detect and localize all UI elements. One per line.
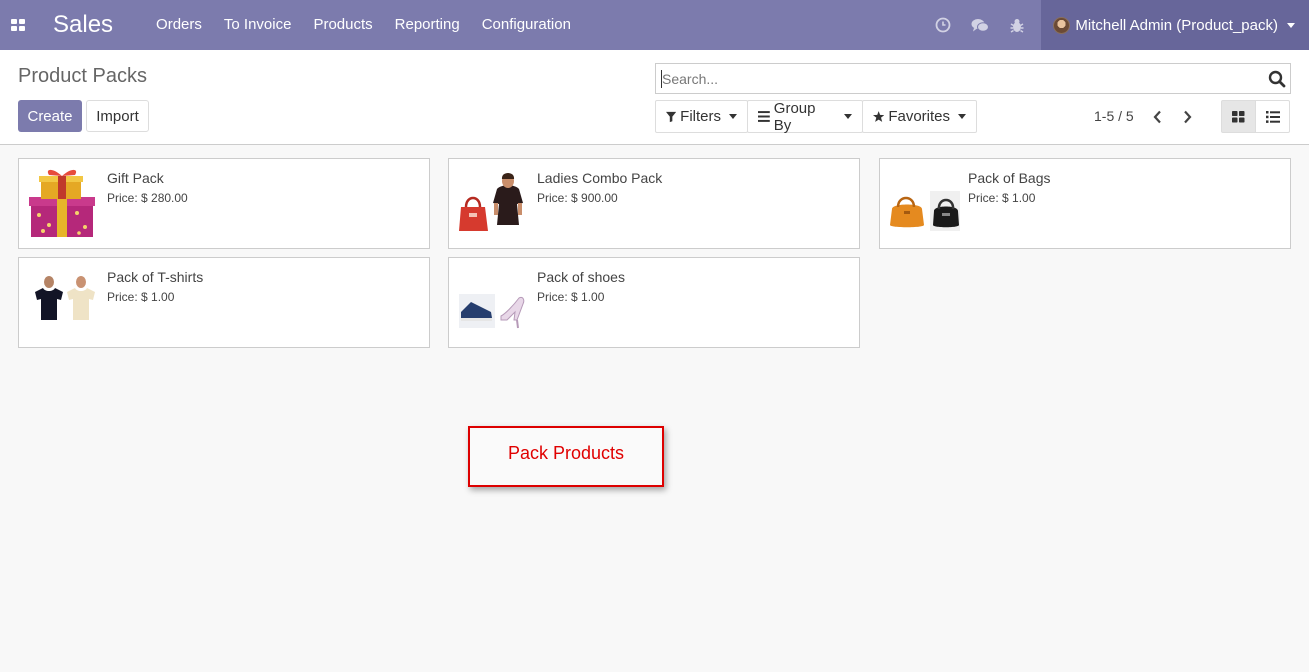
grid-icon: [1232, 110, 1245, 122]
main-menu: Orders To Invoice Products Reporting Con…: [145, 0, 582, 50]
top-navbar: Sales Orders To Invoice Products Reporti…: [0, 0, 1309, 50]
chevron-left-icon: [1153, 110, 1161, 123]
user-name: Mitchell Admin (Product_pack): [1075, 16, 1278, 34]
menu-reporting[interactable]: Reporting: [384, 0, 471, 50]
handbag-and-top-icon: [457, 167, 527, 239]
chevron-down-icon: [729, 114, 737, 119]
kanban-card[interactable]: Pack of Bags Price: $ 1.00: [879, 158, 1291, 249]
kanban-card[interactable]: Ladies Combo Pack Price: $ 900.00: [448, 158, 860, 249]
page-title: Product Packs: [18, 65, 147, 87]
favorites-label: Favorites: [888, 108, 950, 125]
pager-previous-button[interactable]: [1142, 100, 1172, 133]
kanban-card[interactable]: Pack of shoes Price: $ 1.00: [448, 257, 860, 348]
bags-icon: [888, 167, 966, 239]
pager-next-button[interactable]: [1172, 100, 1202, 133]
bars-icon: [758, 111, 770, 122]
text-cursor: [661, 70, 662, 88]
menu-products[interactable]: Products: [302, 0, 383, 50]
menu-orders[interactable]: Orders: [145, 0, 213, 50]
clock-icon[interactable]: [924, 0, 961, 50]
groupby-dropdown[interactable]: Group By: [747, 99, 863, 134]
filter-funnel-icon: [666, 111, 677, 122]
card-price: Price: $ 1.00: [968, 191, 1036, 205]
chevron-right-icon: [1183, 110, 1191, 123]
card-price: Price: $ 1.00: [107, 290, 175, 304]
card-price: Price: $ 1.00: [537, 290, 605, 304]
control-panel: Product Packs Create Import Filters Grou…: [0, 50, 1309, 145]
filters-label: Filters: [680, 108, 721, 125]
groupby-label: Group By: [773, 99, 816, 134]
search-icon[interactable]: [1268, 70, 1286, 91]
debug-bug-icon[interactable]: [998, 0, 1035, 50]
card-title: Gift Pack: [107, 170, 164, 186]
search-bar: [655, 63, 1291, 94]
card-title: Ladies Combo Pack: [537, 170, 663, 186]
card-title: Pack of shoes: [537, 269, 625, 285]
card-price: Price: $ 280.00: [107, 191, 188, 205]
avatar: [1053, 16, 1071, 34]
tshirts-icon: [27, 266, 97, 338]
card-price: Price: $ 900.00: [537, 191, 618, 205]
app-brand[interactable]: Sales: [53, 11, 113, 39]
kanban-card[interactable]: Pack of T-shirts Price: $ 1.00: [18, 257, 430, 348]
user-menu[interactable]: Mitchell Admin (Product_pack): [1041, 0, 1309, 50]
gift-box-icon: [27, 167, 97, 239]
import-button[interactable]: Import: [86, 100, 149, 132]
list-icon: [1265, 110, 1280, 123]
navbar-systray: Mitchell Admin (Product_pack): [924, 0, 1309, 50]
pager-value[interactable]: 1-5 / 5: [1094, 108, 1134, 124]
favorites-dropdown[interactable]: Favorites: [862, 100, 977, 133]
kanban-view-button[interactable]: [1221, 100, 1256, 133]
search-input[interactable]: [656, 64, 1256, 93]
menu-configuration[interactable]: Configuration: [471, 0, 582, 50]
create-button[interactable]: Create: [18, 100, 82, 132]
chevron-down-icon: [844, 114, 852, 119]
chevron-down-icon: [958, 114, 966, 119]
chevron-down-icon: [1287, 22, 1295, 28]
kanban-card[interactable]: Gift Pack Price: $ 280.00: [18, 158, 430, 249]
card-title: Pack of T-shirts: [107, 269, 204, 285]
shoes-icon: [457, 266, 527, 338]
chat-icon[interactable]: [961, 0, 998, 50]
menu-to-invoice[interactable]: To Invoice: [213, 0, 303, 50]
star-icon: [873, 111, 885, 122]
apps-menu-icon[interactable]: [0, 0, 36, 50]
card-title: Pack of Bags: [968, 170, 1051, 186]
list-view-button[interactable]: [1255, 100, 1290, 133]
filters-dropdown[interactable]: Filters: [655, 100, 748, 133]
annotation-callout: Pack Products: [468, 426, 664, 487]
